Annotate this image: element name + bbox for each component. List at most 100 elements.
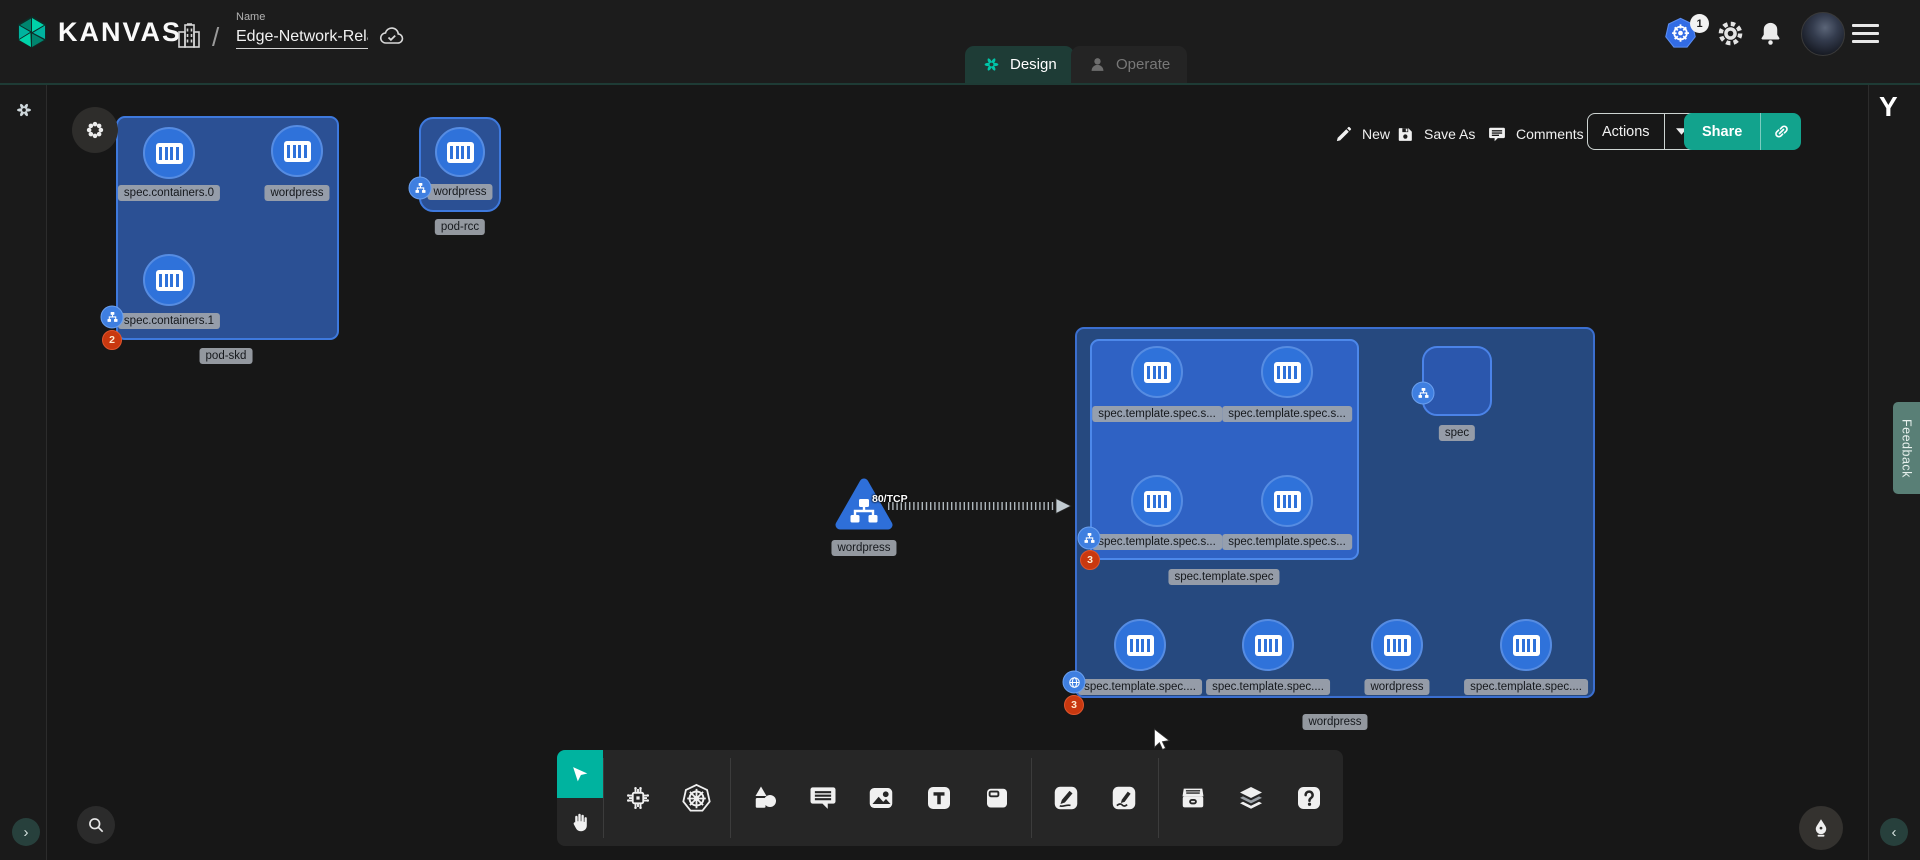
- error-count-badge[interactable]: 3: [1080, 550, 1100, 570]
- hierarchy-icon: [1416, 386, 1430, 400]
- node-label: spec.template.spec.s...: [1092, 406, 1222, 422]
- layers-tool-button[interactable]: [1222, 750, 1280, 846]
- new-button[interactable]: New: [1334, 117, 1390, 151]
- organization-icon[interactable]: [176, 22, 202, 50]
- container-icon: [284, 141, 311, 162]
- zoom-search-button[interactable]: [77, 806, 115, 844]
- image-tool-button[interactable]: [852, 750, 910, 846]
- user-avatar[interactable]: [1801, 12, 1845, 56]
- tab-design[interactable]: Design: [965, 46, 1074, 83]
- node-wordpress-container[interactable]: [271, 125, 323, 177]
- magnifier-icon: [86, 815, 106, 835]
- hamburger-menu-icon[interactable]: [1852, 24, 1879, 43]
- save-as-button[interactable]: Save As: [1396, 117, 1475, 151]
- node-label: spec.template.spec....: [1206, 679, 1330, 695]
- copy-link-button[interactable]: [1760, 113, 1801, 150]
- layers-icon: [1236, 783, 1266, 813]
- group-title-pod-skd: pod-skd: [200, 348, 253, 364]
- container-icon: [1384, 635, 1411, 656]
- actions-button[interactable]: Actions: [1588, 124, 1664, 140]
- components-tool-button[interactable]: [609, 750, 667, 846]
- component-tools: [604, 750, 730, 846]
- group-collapse-flower-button[interactable]: [72, 107, 118, 153]
- node-wordpress-rcc[interactable]: [435, 127, 485, 177]
- container-icon: [1144, 362, 1171, 383]
- canvas-toolbar: [557, 750, 1343, 846]
- left-rail: ›: [0, 85, 47, 860]
- kubernetes-tool-button[interactable]: [667, 750, 725, 846]
- node-template-container-0[interactable]: [1131, 346, 1183, 398]
- node-spec[interactable]: [1422, 346, 1492, 416]
- notifications-bell-icon[interactable]: [1757, 19, 1784, 48]
- share-button[interactable]: Share: [1684, 124, 1760, 140]
- new-label: New: [1362, 126, 1390, 142]
- design-name-input[interactable]: [236, 26, 368, 49]
- pencil-tool-button[interactable]: [1095, 750, 1153, 846]
- node-deployment-container-3[interactable]: [1500, 619, 1552, 671]
- expand-right-panel-button[interactable]: ‹: [1880, 818, 1908, 846]
- feedback-tab[interactable]: Feedback: [1893, 402, 1920, 494]
- pen-nib-icon: [1810, 817, 1832, 839]
- container-icon: [156, 270, 183, 291]
- pen-tool-button[interactable]: [1037, 750, 1095, 846]
- design-spiral-icon: [982, 55, 1001, 74]
- node-deployment-container-1[interactable]: [1242, 619, 1294, 671]
- tab-operate[interactable]: Operate: [1071, 46, 1187, 83]
- kanvas-logo[interactable]: KANVAS: [14, 14, 182, 50]
- help-tool-button[interactable]: [1280, 750, 1338, 846]
- top-bar: KANVAS / Name: [0, 0, 1920, 85]
- node-template-container-3[interactable]: [1261, 475, 1313, 527]
- hand-icon: [568, 810, 592, 834]
- layer5-y-logo[interactable]: Y: [1879, 91, 1898, 123]
- node-deployment-container-0[interactable]: [1114, 619, 1166, 671]
- drawing-tools: [1032, 750, 1158, 846]
- node-label: wordpress: [1364, 679, 1429, 695]
- error-count-badge[interactable]: 2: [102, 330, 122, 350]
- text-tool-button[interactable]: [910, 750, 968, 846]
- group-title-template: spec.template.spec: [1168, 569, 1279, 585]
- save-as-label: Save As: [1424, 126, 1475, 142]
- container-icon: [1274, 491, 1301, 512]
- container-icon: [1274, 362, 1301, 383]
- comment-icon: [808, 783, 838, 813]
- design-name-block: Name: [236, 11, 368, 49]
- image-icon: [866, 783, 896, 813]
- drawing-mode-button[interactable]: [1799, 806, 1843, 850]
- group-title-pod-rcc: pod-rcc: [435, 219, 485, 235]
- node-template-container-2[interactable]: [1131, 475, 1183, 527]
- node-service-wordpress[interactable]: [834, 477, 894, 533]
- actions-split-button: Actions: [1587, 113, 1700, 150]
- relationship-badge: [101, 306, 124, 329]
- note-card-icon: [982, 783, 1012, 813]
- comment-tool-button[interactable]: [794, 750, 852, 846]
- expand-left-panel-button[interactable]: ›: [12, 818, 40, 846]
- settings-gear-icon[interactable]: [1716, 19, 1745, 48]
- pan-tool-button[interactable]: [557, 798, 603, 846]
- edge-port-label: 80/TCP: [872, 493, 908, 505]
- container-icon: [447, 142, 474, 163]
- globe-icon: [1067, 675, 1081, 689]
- node-label: spec.template.spec.s...: [1092, 534, 1222, 550]
- node-deployment-container-2[interactable]: [1371, 619, 1423, 671]
- shapes-tool-button[interactable]: [736, 750, 794, 846]
- service-mesh-badge: [1063, 671, 1086, 694]
- comments-button[interactable]: Comments: [1487, 117, 1584, 151]
- node-template-container-1[interactable]: [1261, 346, 1313, 398]
- relationship-badge: [1078, 527, 1101, 550]
- note-tool-button[interactable]: [968, 750, 1026, 846]
- archive-tool-button[interactable]: [1164, 750, 1222, 846]
- node-spec-containers-1[interactable]: [143, 254, 195, 306]
- hierarchy-icon: [413, 181, 427, 195]
- comments-label: Comments: [1516, 126, 1584, 142]
- select-tool-button[interactable]: [557, 750, 603, 798]
- node-spec-containers-0[interactable]: [143, 127, 195, 179]
- relationship-badge: [409, 177, 432, 200]
- meshery-spiral-icon[interactable]: [14, 100, 34, 120]
- pointer-tools: [557, 750, 603, 846]
- tab-operate-label: Operate: [1116, 56, 1170, 73]
- utility-tools: [1159, 750, 1343, 846]
- link-icon: [1772, 122, 1791, 141]
- error-count-badge[interactable]: 3: [1064, 695, 1084, 715]
- node-label: wordpress: [427, 184, 492, 200]
- text-icon: [924, 783, 954, 813]
